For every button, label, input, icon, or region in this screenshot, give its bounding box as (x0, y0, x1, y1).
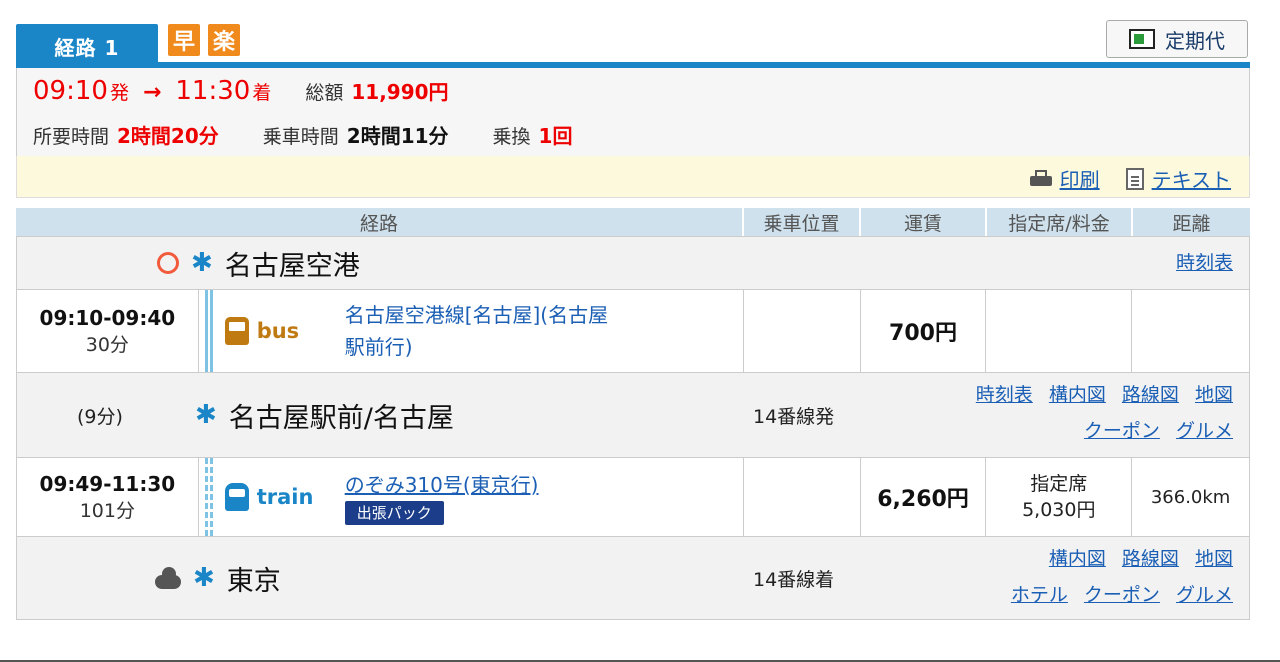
route-map-link[interactable]: 路線図 (1122, 548, 1179, 570)
station-marker-icon: ✱ (191, 248, 213, 278)
segment-duration: 101分 (79, 499, 135, 522)
cloud-icon (155, 567, 181, 589)
required-time-label: 所要時間 (33, 126, 110, 148)
station-row-origin: ✱ 名古屋空港 時刻表 (16, 236, 1250, 290)
fare-value: 6,260円 (861, 458, 987, 536)
ride-time-value: 2時間11分 (346, 124, 449, 148)
header-seat: 指定席/料金 (987, 208, 1133, 236)
hotel-link[interactable]: ホテル (1011, 584, 1068, 606)
action-bar: 印刷 テキスト (16, 156, 1250, 198)
segment-row-bus: 09:10-09:40 30分 bus 名古屋空港線[名古屋](名古屋 駅前行)… (16, 290, 1250, 372)
station-name: 東京 (226, 565, 281, 597)
station-map-link[interactable]: 構内図 (1049, 384, 1106, 406)
badge-easy: 楽 (208, 24, 240, 56)
total-value: 11,990円 (351, 80, 449, 104)
line-name-cont[interactable]: 駅前行) (345, 331, 608, 363)
commuter-pass-label: 定期代 (1165, 28, 1225, 53)
track-info: 14番線発 (753, 405, 835, 428)
station-row-destination: ✱ 東京 14番線着 構内図 路線図 地図 ホテル クーポン グルメ (16, 536, 1250, 620)
arrow-icon: → (142, 80, 162, 105)
header-distance: 距離 (1172, 212, 1211, 235)
boarding-position-cell (744, 290, 861, 372)
wait-time: (9分) (77, 405, 123, 428)
distance-cell (1132, 290, 1249, 372)
text-link[interactable]: テキスト (1152, 164, 1231, 193)
header-route: 経路 (16, 208, 744, 236)
seat-price: 5,030円 (1022, 499, 1096, 521)
header-position: 乗車位置 (744, 208, 861, 236)
route-summary: 09:10 発 → 11:30 着 総額 11,990円 所要時間 2時間20分… (16, 68, 1250, 156)
route-rail (204, 458, 213, 536)
header-fare: 運賃 (861, 208, 987, 236)
station-map-link[interactable]: 構内図 (1049, 548, 1106, 570)
coupon-link[interactable]: クーポン (1084, 584, 1160, 606)
route-tab-bar: 経路 1 早 楽 定期代 (16, 18, 1250, 68)
station-marker-icon: ✱ (195, 400, 217, 430)
commuter-pass-button[interactable]: 定期代 (1106, 20, 1248, 58)
required-time-value: 2時間20分 (117, 124, 219, 148)
station-name: 名古屋駅前/名古屋 (228, 402, 454, 434)
segment-time-range: 09:10-09:40 (39, 305, 176, 330)
segment-row-train: 09:49-11:30 101分 train のぞみ310号(東京行) 出張パッ… (16, 458, 1250, 536)
ride-time-label: 乗車時間 (262, 126, 339, 148)
sun-icon (157, 252, 179, 274)
seat-label: 指定席 (1030, 473, 1088, 495)
total-label: 総額 (305, 82, 344, 104)
gourmet-link[interactable]: グルメ (1176, 420, 1233, 442)
seat-cell: 指定席 5,030円 (986, 458, 1133, 536)
line-name-link[interactable]: のぞみ310号(東京行) (345, 469, 539, 501)
map-link[interactable]: 地図 (1195, 384, 1233, 406)
depart-time: 09:10 (33, 76, 108, 106)
gourmet-link[interactable]: グルメ (1176, 584, 1233, 606)
arrive-suffix: 着 (252, 82, 272, 104)
seat-cell (986, 290, 1133, 372)
ticket-icon (1129, 29, 1155, 49)
station-marker-icon: ✱ (193, 563, 215, 593)
route-table: 経路 乗車位置 運賃 指定席/料金 距離 ✱ 名古屋空港 時刻表 09:10-0… (16, 208, 1250, 620)
track-info: 14番線着 (753, 568, 835, 591)
transfer-value: 1回 (538, 124, 573, 148)
table-header: 経路 乗車位置 運賃 指定席/料金 距離 (16, 208, 1250, 236)
badge-fast: 早 (168, 24, 200, 56)
timetable-link[interactable]: 時刻表 (976, 384, 1033, 406)
boarding-position-cell (744, 458, 861, 536)
bus-icon (224, 317, 249, 345)
fare-value: 700円 (861, 290, 987, 372)
coupon-link[interactable]: クーポン (1084, 420, 1160, 442)
printer-icon (1029, 169, 1052, 188)
print-link[interactable]: 印刷 (1060, 164, 1100, 193)
train-icon (224, 483, 249, 511)
line-name[interactable]: 名古屋空港線[名古屋](名古屋 (345, 299, 608, 331)
business-pack-badge[interactable]: 出張パック (344, 501, 444, 525)
mode-label: bus (256, 319, 300, 343)
route-map-link[interactable]: 路線図 (1122, 384, 1179, 406)
depart-suffix: 発 (109, 82, 129, 104)
station-name: 名古屋空港 (224, 250, 360, 282)
station-row-transfer: (9分) ✱ 名古屋駅前/名古屋 14番線発 時刻表 構内図 路線図 地図 クー… (16, 372, 1250, 458)
map-link[interactable]: 地図 (1195, 548, 1233, 570)
arrive-time: 11:30 (175, 76, 251, 106)
mode-label: train (256, 485, 314, 509)
distance-value: 366.0km (1150, 486, 1231, 508)
document-icon (1125, 167, 1144, 190)
segment-duration: 30分 (85, 333, 129, 356)
segment-time-range: 09:49-11:30 (39, 471, 176, 496)
route-rail (204, 290, 213, 372)
timetable-link[interactable]: 時刻表 (1176, 252, 1233, 274)
transfer-label: 乗換 (492, 126, 531, 148)
